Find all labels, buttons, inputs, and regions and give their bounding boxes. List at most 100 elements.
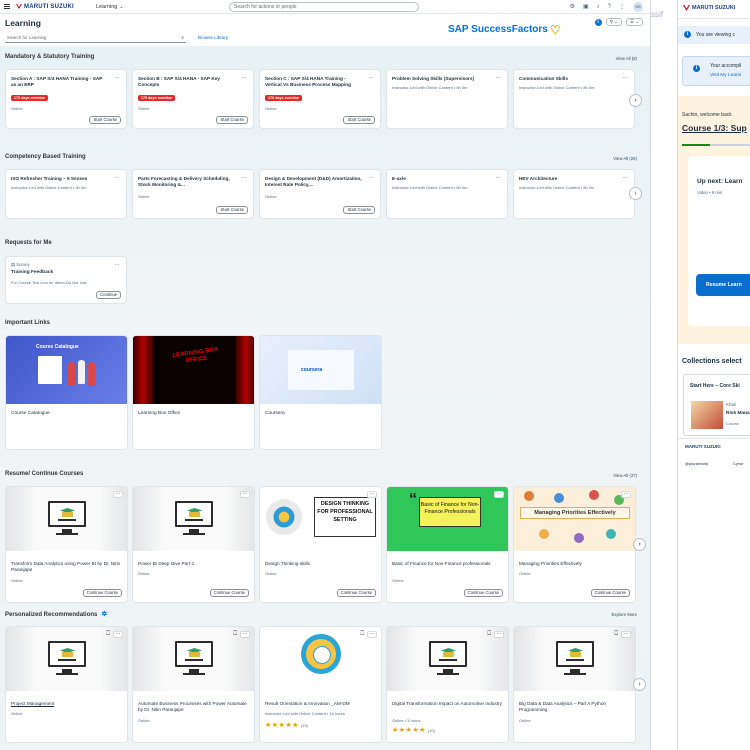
layout-button[interactable]: ☰ ⌄ [625, 18, 643, 26]
person-settings-button[interactable]: ⚲ ⌄ [605, 18, 622, 26]
carousel-next-competency[interactable]: › [629, 187, 642, 200]
recommendation-card-2[interactable]: ⎕ ··· Automate Business Processes with P… [132, 626, 255, 743]
view-all-competency[interactable]: View All (25) [613, 156, 637, 161]
mandatory-card-5[interactable]: Communication Skills ··· Instructor-Led … [513, 69, 635, 129]
more-options-icon[interactable]: ··· [496, 175, 501, 181]
my-learning-link[interactable]: Visit My Learni [710, 73, 741, 78]
more-options-icon[interactable]: ··· [367, 491, 377, 498]
page-title: Learning [5, 18, 41, 28]
company-logo[interactable]: MARUTI SUZUKI [16, 4, 74, 10]
competency-card-2[interactable]: Parts Forecasting & Delivery Scheduling,… [132, 169, 254, 219]
mandatory-card-1[interactable]: Section A : SAP S/4 HANA Training - SAP … [5, 69, 127, 129]
competency-card-1[interactable]: ISO Refresher Training – 5 Senses ··· In… [5, 169, 127, 219]
start-course-button[interactable]: Start Course [216, 116, 248, 124]
info-icon[interactable]: i [594, 18, 602, 26]
more-options-icon[interactable]: ··· [240, 631, 250, 638]
more-options-icon[interactable]: ··· [367, 631, 377, 638]
side-learning-window: MARUTI SUZUKI i You are viewing c i Your… [677, 0, 750, 750]
continue-course-button[interactable]: Continue Course [82, 589, 122, 597]
more-options-icon[interactable]: ··· [494, 631, 504, 638]
help-icon[interactable]: ? [608, 2, 611, 12]
settings-icon[interactable]: ⚙ [570, 2, 575, 12]
start-course-button[interactable]: Start Course [89, 116, 121, 124]
more-options-icon[interactable]: ··· [115, 175, 120, 181]
resume-card-2[interactable]: ··· Power BI Deep Dive Part-1 Online Con… [132, 486, 255, 603]
explore-more-link[interactable]: Explore More [611, 612, 637, 617]
survey-card[interactable]: ▤ Survey ··· Training Feedback For Cours… [5, 256, 127, 304]
continue-course-button[interactable]: Continue Course [590, 589, 630, 597]
more-options-icon[interactable]: ··· [369, 75, 374, 81]
menu-icon[interactable] [4, 4, 10, 9]
resume-card-5[interactable]: Managing Priorities Effectively ··· Mana… [513, 486, 636, 603]
course-title: Project Management [11, 701, 55, 706]
mandatory-card-4[interactable]: Problem Solving Skills (Supervisors) ···… [386, 69, 508, 129]
more-options-icon[interactable]: ··· [115, 75, 120, 81]
more-options-icon[interactable]: ··· [115, 262, 120, 268]
mandatory-card-3[interactable]: Section C : SAP S/4 HANA Training - Vert… [259, 69, 381, 129]
avatar[interactable]: SS [633, 2, 643, 12]
carousel-next-recommendations[interactable]: › [633, 678, 646, 691]
start-course-button[interactable]: Start Course [343, 206, 375, 214]
competency-card-4[interactable]: E-axle ··· Instructor-Led with Online Co… [386, 169, 508, 219]
curtain-left [133, 336, 153, 404]
bookmark-icon[interactable]: ⎕ [360, 631, 364, 638]
competency-card-3[interactable]: Design & Development (D&D) Amortization,… [259, 169, 381, 219]
search-icon[interactable]: ⌕ [181, 34, 184, 42]
link-coursera[interactable]: coursera Coursera [259, 335, 382, 450]
link-learning-box-office[interactable]: LEARNING BOX OFFICE Learning Box Office [132, 335, 255, 450]
recommendation-card-1[interactable]: ⎕ ··· Project Management Online [5, 626, 128, 743]
more-options-icon[interactable]: ··· [242, 75, 247, 81]
more-options-icon[interactable]: ··· [113, 631, 123, 638]
more-options-icon[interactable]: ··· [621, 491, 631, 498]
start-course-button[interactable]: Start Course [216, 206, 248, 214]
start-course-button[interactable]: Start Course [343, 116, 375, 124]
more-options-icon[interactable]: ··· [242, 175, 247, 181]
link-course-catalogue[interactable]: Course Catalogue Course Catalogue [5, 335, 128, 450]
more-options-icon[interactable]: ··· [240, 491, 250, 498]
resume-card-3[interactable]: DESIGN THINKING FOR PROFESSIONAL SETTING… [259, 486, 382, 603]
more-options-icon[interactable]: ··· [113, 491, 123, 498]
continue-course-button[interactable]: Continue Course [463, 589, 503, 597]
continue-course-button[interactable]: Continue Course [209, 589, 249, 597]
resume-card-4[interactable]: “ Basic of Finance for Non-Finance Profe… [386, 486, 509, 603]
continue-course-button[interactable]: Continue Course [336, 589, 376, 597]
collection-card[interactable]: Start Here – Core Ski Khali Risk Mana Co… [683, 374, 750, 436]
bookmark-icon[interactable]: ⎕ [233, 631, 237, 638]
recommendation-card-3[interactable]: ⎕ ··· Result Orientation & Innovation _A… [259, 626, 382, 743]
card-title: Problem Solving Skills (Supervisors) [392, 76, 475, 81]
more-options-icon[interactable]: ··· [369, 175, 374, 181]
bookmark-icon[interactable]: ⎕ [106, 631, 110, 638]
view-all-resume[interactable]: View All (37) [613, 473, 637, 478]
product-switcher[interactable]: Learning ⌄ [96, 4, 124, 10]
mandatory-card-2[interactable]: Section B : SAP S/4 HANA - SAP Key Conce… [132, 69, 254, 129]
more-options-icon[interactable]: ··· [496, 75, 501, 81]
priorities-thumbnail: Managing Priorities Effectively [514, 487, 635, 551]
carousel-next-resume[interactable]: › [633, 538, 646, 551]
more-options-icon[interactable]: ··· [621, 631, 631, 638]
continue-button[interactable]: Continue [96, 291, 121, 299]
global-search-input[interactable]: Search for actions or people [229, 2, 419, 12]
more-options-icon[interactable]: ··· [494, 491, 504, 498]
bookmark-icon[interactable]: ⎕ [614, 631, 618, 638]
learning-search-input[interactable]: Search for Learning ⌕ [5, 34, 186, 43]
card-title: Section C : SAP S/4 HANA Training - Vert… [265, 76, 351, 87]
recommendation-card-4[interactable]: ⎕ ··· Digital Transformation Impact on A… [386, 626, 509, 743]
notifications-icon[interactable]: ♪ [597, 2, 600, 12]
monitor-icon [429, 641, 467, 667]
competency-card-5[interactable]: HEV Architecture ··· Instructor-Led with… [513, 169, 635, 219]
grid-icon[interactable]: ⋮ [619, 2, 625, 12]
course-meta: Instructor-Led with Online Content • 16 … [265, 711, 345, 716]
more-options-icon[interactable]: ··· [623, 175, 628, 181]
collections-title: Collections select [682, 358, 742, 365]
view-all-mandatory[interactable]: View All (8) [616, 56, 637, 61]
recommendation-card-5[interactable]: ⎕ ··· Big Data & Data Analytics – Part A… [513, 626, 636, 743]
browse-library-link[interactable]: Browse Library [198, 35, 228, 40]
resume-card-1[interactable]: ··· Transform Data Analytics using Power… [5, 486, 128, 603]
resume-learning-button[interactable]: Resume Learn [696, 274, 750, 296]
course-title: Transform Data Analytics using Power BI … [11, 561, 121, 572]
copilot-icon[interactable]: ▣ [583, 2, 589, 12]
course-link[interactable]: Course 1/3: Sup [682, 123, 747, 133]
carousel-next-mandatory[interactable]: › [629, 94, 642, 107]
bookmark-icon[interactable]: ⎕ [487, 631, 491, 638]
more-options-icon[interactable]: ··· [623, 75, 628, 81]
